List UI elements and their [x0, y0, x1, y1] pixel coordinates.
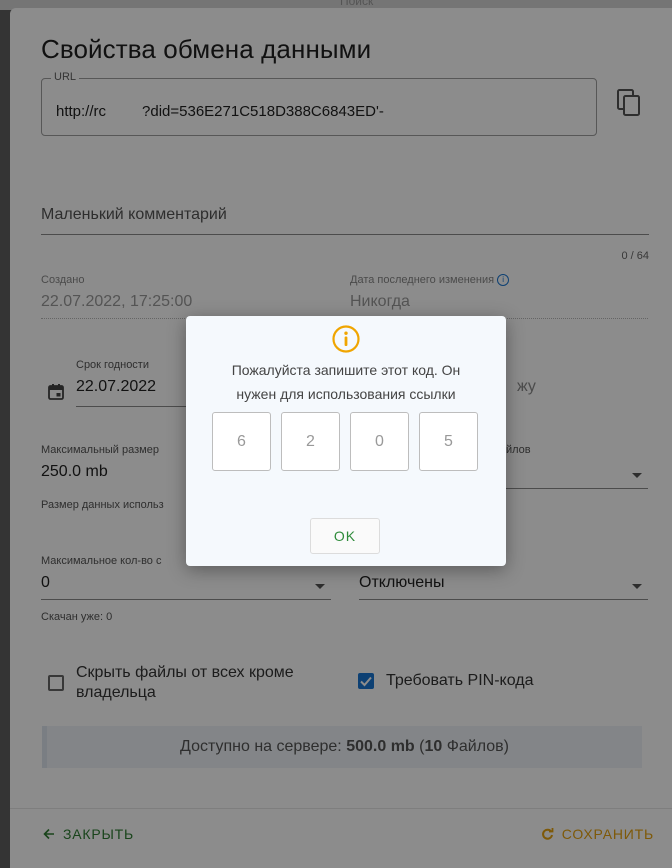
pin-digit-2: 2 [281, 412, 340, 471]
info-warning-icon [332, 325, 360, 353]
pin-digit-3: 0 [350, 412, 409, 471]
pin-code-popup: Пожалуйста запишите этот код. Он нужен д… [186, 316, 506, 566]
ok-button[interactable]: OK [310, 518, 380, 554]
pin-digit-1: 6 [212, 412, 271, 471]
popup-message: Пожалуйста запишите этот код. Он нужен д… [186, 358, 506, 406]
popup-message-line2: нужен для использования ссылки [236, 386, 456, 402]
pin-digit-4: 5 [419, 412, 478, 471]
popup-message-line1: Пожалуйста запишите этот код. Он [231, 362, 461, 378]
